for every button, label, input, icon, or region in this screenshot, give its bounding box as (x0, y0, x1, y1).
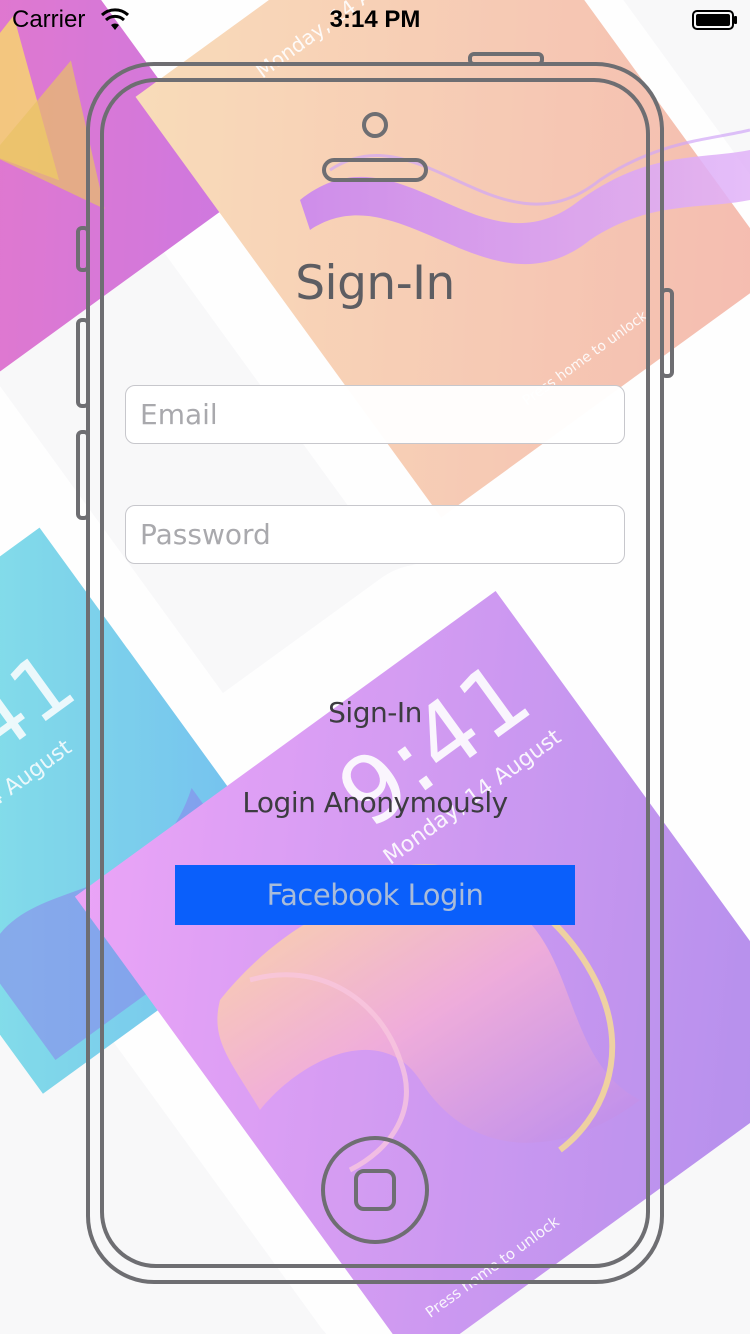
sign-in-screen: Monday, 14 August Press home to unlock 9… (0, 0, 750, 1334)
phone-outline-illustration (76, 52, 674, 1284)
login-anonymously-button[interactable]: Login Anonymously (0, 786, 750, 819)
status-time: 3:14 PM (329, 6, 421, 33)
battery-icon (692, 10, 737, 30)
page-title: Sign-In (295, 256, 455, 311)
facebook-login-button[interactable]: Facebook Login (175, 865, 575, 925)
password-field[interactable] (125, 505, 625, 564)
sign-in-button[interactable]: Sign-In (0, 696, 750, 729)
status-bar: Carrier 3:14 PM (0, 0, 750, 40)
email-field[interactable] (125, 385, 625, 444)
